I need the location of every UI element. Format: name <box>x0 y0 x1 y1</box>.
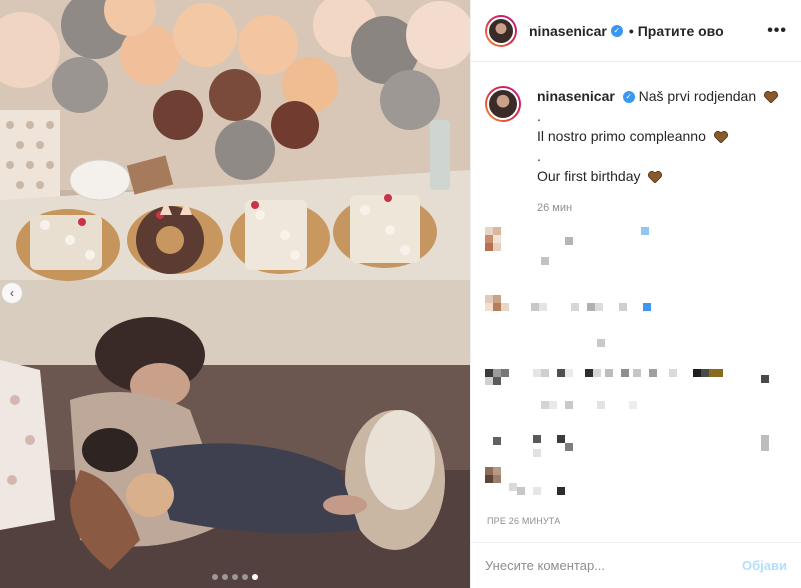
header-separator: • <box>628 22 634 39</box>
redacted-comment <box>485 227 649 265</box>
carousel-indicator <box>0 574 470 580</box>
comment-box: Објави <box>471 542 801 588</box>
carousel-dot <box>222 574 228 580</box>
caption-line: Our first birthday <box>537 168 641 184</box>
post-header: ninasenicar ✓ • Пратите ово ••• <box>471 0 801 62</box>
brown-heart-icon <box>713 131 728 144</box>
instagram-post: ‹ ninasenicar ✓ • Пратите ово ••• ninase… <box>0 0 801 588</box>
caption: ninasenicar ✓ Naš prvi rodjendan . Il no… <box>485 86 787 218</box>
carousel-dot <box>232 574 238 580</box>
party-scene <box>0 0 470 588</box>
carousel-prev-button[interactable]: ‹ <box>1 282 23 304</box>
caption-line: Il nostro primo compleanno <box>537 128 706 144</box>
post-comment-button[interactable]: Објави <box>742 558 787 573</box>
redacted-comment <box>485 435 769 495</box>
comment-input[interactable] <box>485 558 743 573</box>
chevron-left-icon: ‹ <box>10 286 14 300</box>
redacted-comment <box>485 295 651 347</box>
follow-button[interactable]: Пратите ово <box>638 23 724 39</box>
brown-heart-icon <box>648 171 663 184</box>
redacted-comment <box>485 369 769 409</box>
caption-line: . <box>537 148 541 164</box>
verified-badge-icon: ✓ <box>610 24 623 37</box>
avatar[interactable] <box>485 14 517 47</box>
caption-line: Naš prvi rodjendan <box>638 88 757 104</box>
comments-section: ninasenicar ✓ Naš prvi rodjendan . Il no… <box>471 62 801 542</box>
carousel-dot <box>212 574 218 580</box>
caption-line: . <box>537 108 541 124</box>
caption-time: 26 мин <box>537 202 573 214</box>
verified-badge-icon: ✓ <box>622 91 635 104</box>
header-username[interactable]: ninasenicar <box>529 23 607 39</box>
post-photo[interactable]: ‹ <box>0 0 470 588</box>
more-options-icon[interactable]: ••• <box>767 22 787 40</box>
carousel-dot <box>242 574 248 580</box>
redacted-comments <box>485 227 769 495</box>
brown-heart-icon <box>764 91 778 104</box>
caption-username[interactable]: ninasenicar <box>537 88 615 104</box>
caption-avatar[interactable] <box>485 86 521 122</box>
post-sidebar: ninasenicar ✓ • Пратите ово ••• ninaseni… <box>470 0 801 588</box>
post-timestamp: ПРЕ 26 МИНУТА <box>487 516 561 526</box>
carousel-dot-active <box>252 574 258 580</box>
